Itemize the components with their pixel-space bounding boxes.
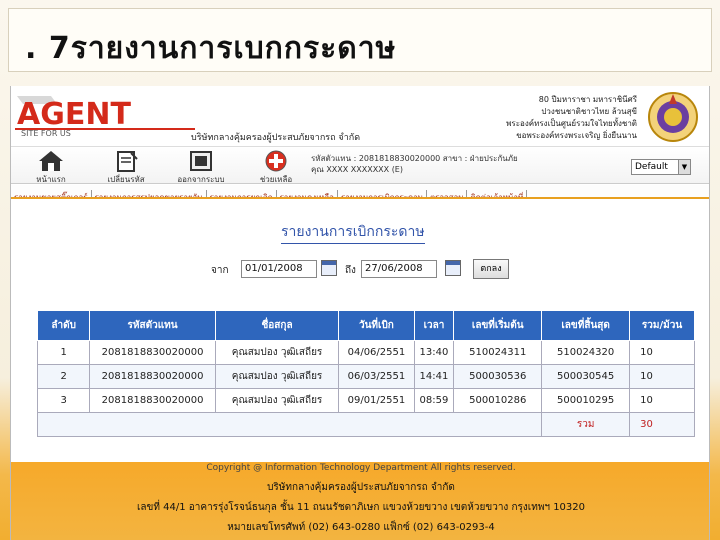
royal-emblem-icon: [648, 92, 698, 142]
nav-item[interactable]: รายงานการสรุปยอดขายรายวัน: [92, 190, 207, 197]
header-banner: AGENT SITE FOR US บริษัทกลางคุ้มครองผู้ป…: [11, 86, 709, 146]
column-header: เลขที่เริ่มต้น: [453, 310, 543, 341]
toolbar: หน้าแรก เปลี่ยนรหัส ออกจากระบบ ช่วยเหลือ…: [11, 146, 709, 184]
style-select[interactable]: Default ▼: [631, 159, 691, 175]
column-header: ลำดับ: [36, 310, 91, 341]
column-header: รหัสตัวแทน: [89, 310, 216, 341]
column-header: เวลา: [413, 310, 455, 341]
footer-address: เลขที่ 44/1 อาคารรุ่งโรจน์ธนกุล ชั้น 11 …: [136, 502, 586, 513]
home-icon: [39, 151, 63, 171]
logo-text: AGENT: [17, 97, 131, 132]
report-table: ลำดับ รหัสตัวแทน ชื่อสกุล วันที่เบิก เวล…: [36, 310, 695, 437]
nav-item[interactable]: รายงานขายสติ๊กเกอร์: [11, 190, 92, 197]
nav-item[interactable]: ติดต่อเจ้าหน้าที่: [467, 190, 528, 197]
royal-text: 80 ปีมหาราชา มหาราชินีศรี ปวงชนชาติชาวไท…: [506, 95, 637, 140]
column-header: รวม/ม้วน: [629, 310, 695, 341]
total-value: 30: [629, 412, 695, 437]
nav-item[interactable]: รายงานการยกเลิก: [207, 190, 277, 197]
total-row: รวม 30: [36, 412, 695, 437]
title-box: . 7รายงานการเบกกระดาษ: [8, 8, 712, 72]
from-label: จาก: [211, 265, 229, 276]
table-row: 3 2081818830020000 คุณสมปอง วุฒิเสถียร 0…: [36, 388, 695, 413]
footer: Copyright @ Information Technology Depar…: [11, 462, 709, 540]
nav-item[interactable]: ตรวจสอบ: [427, 190, 468, 197]
agent-logo: AGENT SITE FOR US: [11, 92, 201, 140]
footer-phone: หมายเลขโทรศัพท์ (02) 643-0280 แฟ็กซ์ (02…: [227, 522, 495, 533]
table-header-row: ลำดับ รหัสตัวแทน ชื่อสกุล วันที่เบิก เวล…: [36, 310, 695, 341]
edit-icon: [117, 151, 138, 172]
column-header: ชื่อสกุล: [214, 310, 340, 341]
calendar-icon[interactable]: [445, 260, 461, 276]
screenshot-frame: AGENT SITE FOR US บริษัทกลางคุ้มครองผู้ป…: [10, 86, 710, 540]
report-title: รายงานการเบิกกระดาษ: [281, 221, 425, 244]
table-row: 1 2081818830020000 คุณสมปอง วุฒิเสถียร 0…: [36, 340, 695, 365]
total-label: รวม: [541, 412, 631, 437]
footer-copyright: Copyright @ Information Technology Depar…: [206, 463, 516, 473]
table-row: 2 2081818830020000 คุณสมปอง วุฒิเสถียร 0…: [36, 364, 695, 389]
chevron-down-icon: ▼: [678, 160, 690, 174]
help-icon: [265, 150, 287, 172]
to-date-input[interactable]: 27/06/2008: [361, 260, 437, 278]
from-date-input[interactable]: 01/01/2008: [241, 260, 317, 278]
user-info: รหัสตัวแทน : 2081818830020000 สาขา : ฝ่า…: [311, 154, 518, 174]
help-button[interactable]: ช่วยเหลือ: [246, 149, 306, 184]
nav-menu: รายงานขายสติ๊กเกอร์ รายงานการสรุปยอดขายรา…: [11, 185, 709, 199]
nav-item[interactable]: รายงานการเบิกกระดาษ: [338, 190, 427, 197]
calendar-icon[interactable]: [321, 260, 337, 276]
to-label: ถึง: [345, 265, 356, 276]
column-header: เลขที่สิ้นสุด: [541, 310, 631, 341]
ok-button[interactable]: ตกลง: [473, 259, 509, 279]
nav-item[interactable]: รายงานคงเหลือ: [277, 190, 338, 197]
slide-title: . 7รายงานการเบกกระดาษ: [25, 31, 397, 66]
footer-company: บริษัทกลางคุ้มครองผู้ประสบภัยจากรถ จำกัด: [267, 482, 455, 493]
logo-subtext: SITE FOR US: [21, 129, 71, 138]
company-name: บริษัทกลางคุ้มครองผู้ประสบภัยจากรถ จำกัด: [191, 133, 361, 143]
logout-icon: [190, 151, 212, 171]
column-header: วันที่เบิก: [338, 310, 415, 341]
change-password-button[interactable]: เปลี่ยนรหัส: [96, 149, 156, 184]
home-button[interactable]: หน้าแรก: [21, 149, 81, 184]
logout-button[interactable]: ออกจากระบบ: [171, 149, 231, 184]
